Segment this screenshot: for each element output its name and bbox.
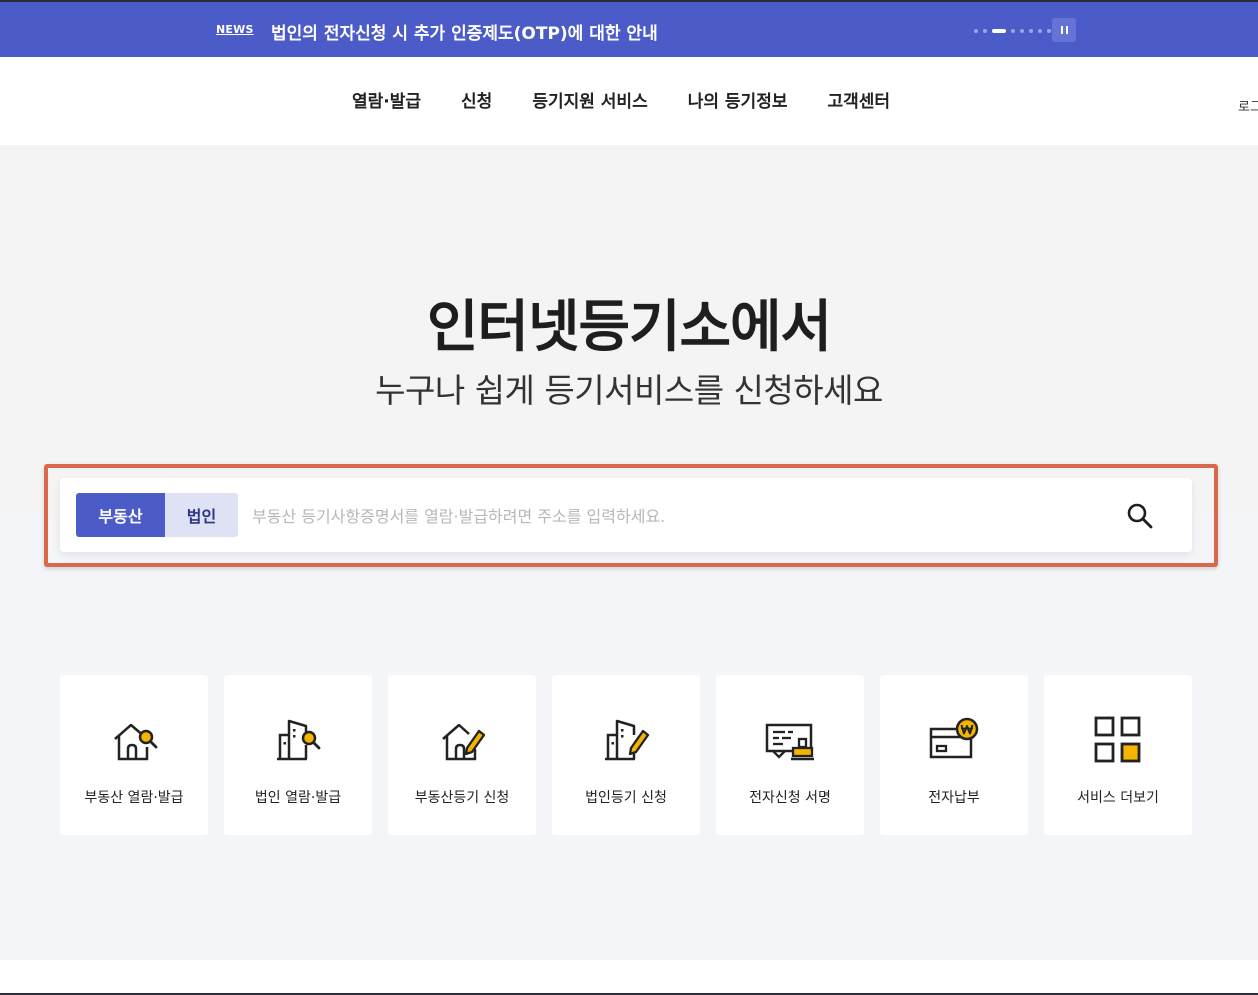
slide-dot[interactable] <box>1038 29 1042 33</box>
slide-dot[interactable] <box>1011 29 1015 33</box>
search-input[interactable] <box>250 497 1114 535</box>
pause-icon <box>1060 26 1063 34</box>
hero-title: 인터넷등기소에서 <box>426 295 832 360</box>
building-search-icon <box>277 719 321 761</box>
slide-dot[interactable] <box>1047 29 1051 33</box>
slide-indicator[interactable] <box>974 28 1051 34</box>
search-button[interactable] <box>1124 500 1156 532</box>
news-banner: NEWS 법인의 전자신청 시 추가 인증제도(OTP)에 대한 안내 <box>0 2 1258 57</box>
search-icon <box>1127 503 1153 529</box>
slide-dot[interactable] <box>983 29 987 33</box>
service-card-corp-view[interactable]: 법인 열람·발급 <box>224 675 372 835</box>
nav-item-view-issue[interactable]: 열람·발급 <box>352 87 421 112</box>
footer-band <box>0 960 1258 995</box>
quick-services: 부동산 열람·발급 법인 열람·발급 부동산등기 신청 법인등기 신청 전자신청… <box>60 675 1192 835</box>
news-tag: NEWS <box>216 23 254 36</box>
service-card-real-estate-apply[interactable]: 부동산등기 신청 <box>388 675 536 835</box>
card-won-icon <box>929 717 979 759</box>
service-card-e-sign[interactable]: 전자신청 서명 <box>716 675 864 835</box>
tab-corporation[interactable]: 법인 <box>165 493 238 537</box>
nav-item-apply[interactable]: 신청 <box>461 87 492 112</box>
news-headline-link[interactable]: 법인의 전자신청 시 추가 인증제도(OTP)에 대한 안내 <box>271 19 658 44</box>
service-label: 법인 열람·발급 <box>254 790 342 806</box>
house-pen-icon <box>442 723 486 761</box>
document-stamp-icon <box>765 723 814 761</box>
service-card-e-payment[interactable]: 전자납부 <box>880 675 1028 835</box>
main-nav: 열람·발급 신청 등기지원 서비스 나의 등기정보 고객센터 <box>352 87 890 112</box>
slide-dot[interactable] <box>1020 29 1024 33</box>
house-search-icon <box>114 723 158 761</box>
grid-more-icon <box>1094 716 1141 763</box>
login-link[interactable]: 로그 <box>1238 96 1258 115</box>
service-card-corp-apply[interactable]: 법인등기 신청 <box>552 675 700 835</box>
main-header: 열람·발급 신청 등기지원 서비스 나의 등기정보 고객센터 로그 <box>0 57 1258 145</box>
slide-dot[interactable] <box>974 29 978 33</box>
service-label: 법인등기 신청 <box>585 790 667 806</box>
service-label: 부동산 열람·발급 <box>84 790 184 806</box>
slide-dot[interactable] <box>1029 29 1033 33</box>
service-card-more[interactable]: 서비스 더보기 <box>1044 675 1192 835</box>
pause-button[interactable] <box>1052 18 1076 42</box>
slide-dot[interactable] <box>992 29 1006 33</box>
service-card-real-estate-view[interactable]: 부동산 열람·발급 <box>60 675 208 835</box>
service-label: 서비스 더보기 <box>1077 790 1159 806</box>
building-pen-icon <box>605 719 650 761</box>
hero-subtitle: 누구나 쉽게 등기서비스를 신청하세요 <box>375 371 883 410</box>
service-label: 부동산등기 신청 <box>414 790 510 806</box>
nav-item-my-info[interactable]: 나의 등기정보 <box>688 87 788 112</box>
service-label: 전자신청 서명 <box>749 790 831 806</box>
nav-item-customer-center[interactable]: 고객센터 <box>827 87 890 112</box>
tab-real-estate[interactable]: 부동산 <box>76 493 165 537</box>
nav-item-support[interactable]: 등기지원 서비스 <box>532 87 647 112</box>
service-label: 전자납부 <box>928 790 980 806</box>
search-box: 부동산 법인 <box>60 478 1192 552</box>
